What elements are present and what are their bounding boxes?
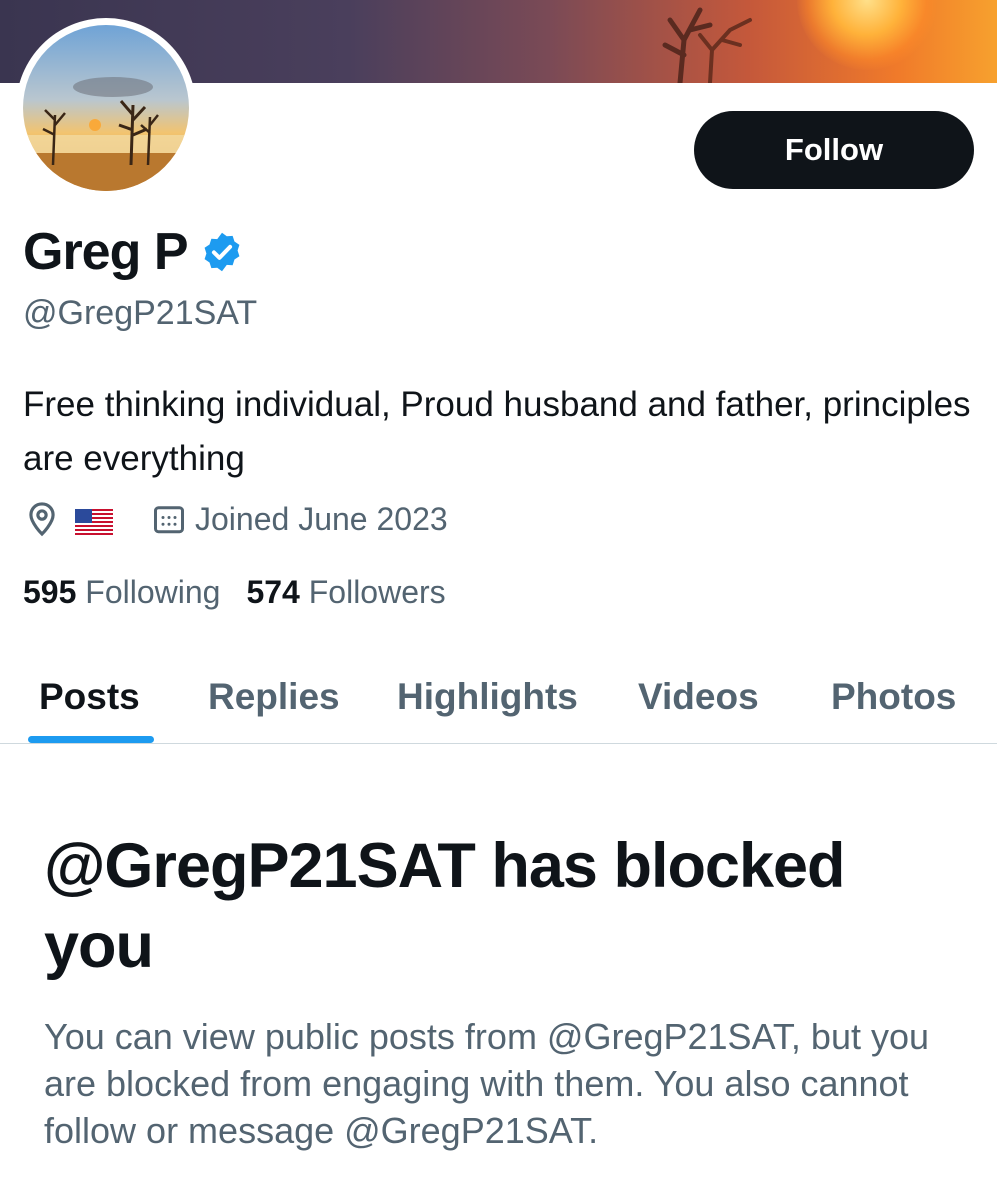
profile-avatar[interactable]	[16, 18, 196, 198]
blocked-title: @GregP21SAT has blocked you	[44, 831, 846, 981]
avatar-landscape-image	[23, 25, 189, 191]
blocked-description: You can view public posts from @GregP21S…	[44, 1016, 930, 1151]
profile-meta: Joined June 2023	[23, 500, 448, 538]
profile-name-row: Greg P	[23, 222, 244, 282]
following-stat[interactable]: 595 Following	[23, 574, 220, 611]
profile-name: Greg P	[23, 223, 188, 281]
banner-sun	[797, 0, 937, 70]
profile-bio: Free thinking individual, Proud husband …	[23, 385, 971, 478]
tab-highlights[interactable]: Highlights	[397, 650, 578, 743]
tab-photos[interactable]: Photos	[831, 650, 956, 743]
active-tab-indicator	[28, 736, 154, 743]
banner-tree-silhouette	[662, 7, 752, 83]
location-pin-icon	[29, 502, 55, 537]
follow-button[interactable]: Follow	[694, 111, 974, 189]
verified-badge-icon[interactable]	[200, 230, 244, 274]
tab-videos[interactable]: Videos	[638, 650, 759, 743]
us-flag	[75, 506, 113, 535]
calendar-icon	[154, 506, 184, 534]
followers-count: 574	[246, 574, 300, 610]
followers-label: Followers	[308, 574, 446, 610]
joined-date: Joined June 2023	[195, 500, 448, 537]
tab-posts[interactable]: Posts	[39, 650, 140, 743]
tab-replies[interactable]: Replies	[208, 650, 340, 743]
following-label: Following	[85, 574, 221, 610]
profile-tabs: Posts Replies Highlights Videos Photos	[0, 650, 997, 744]
profile-handle: @GregP21SAT	[23, 294, 258, 332]
us-flag-icon	[75, 509, 113, 535]
profile-stats: 595 Following 574 Followers	[23, 574, 472, 611]
followers-stat[interactable]: 574 Followers	[246, 574, 445, 611]
following-count: 595	[23, 574, 77, 610]
